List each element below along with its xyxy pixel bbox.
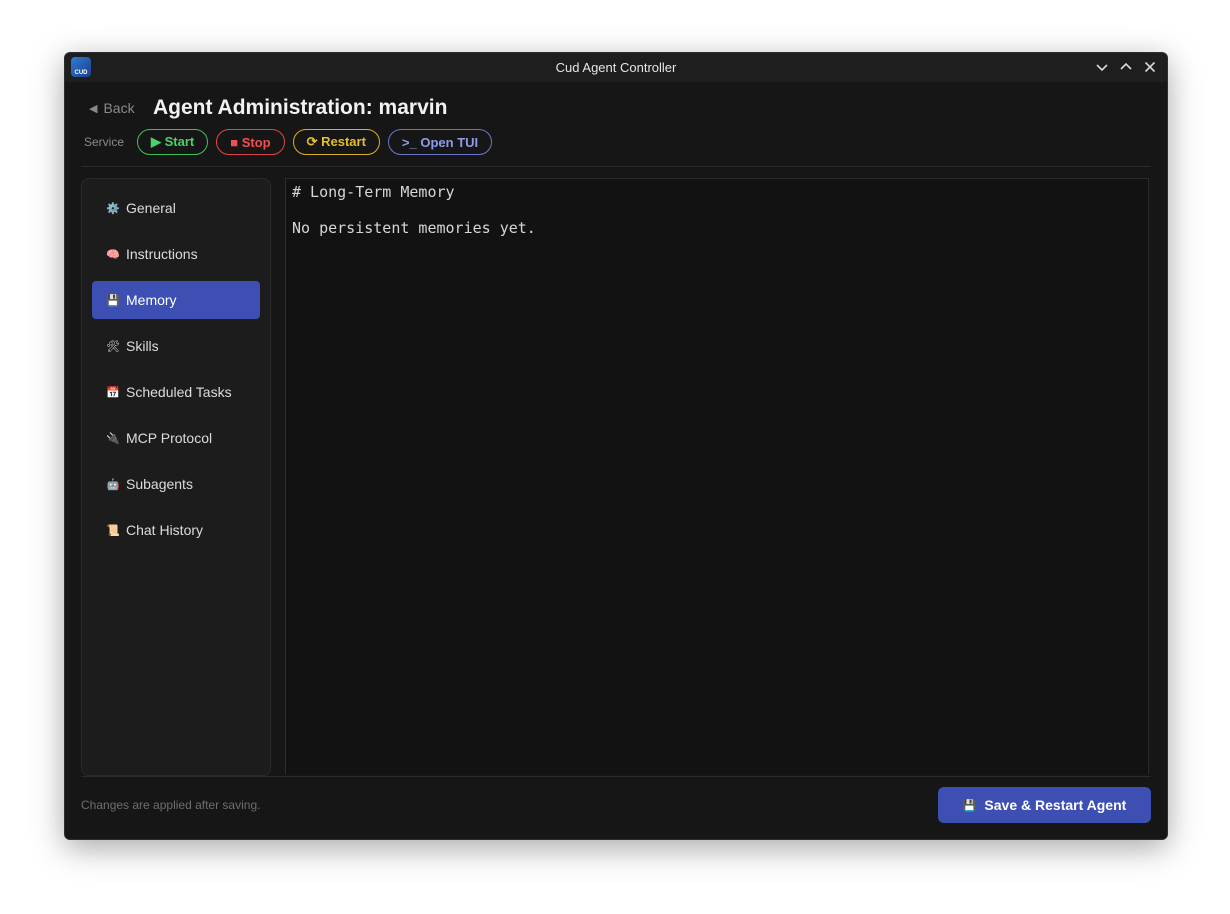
minimize-button[interactable]	[1093, 57, 1111, 77]
back-arrow-icon: ◀	[89, 102, 98, 115]
page-title: Agent Administration: marvin	[153, 96, 448, 119]
footer-note: Changes are applied after saving.	[81, 798, 261, 812]
tools-icon: 🛠	[106, 340, 120, 353]
app-logo-icon: CUD	[71, 57, 91, 77]
sidebar-item-subagents[interactable]: 🤖 Subagents	[92, 465, 260, 503]
plug-icon: 🔌	[106, 432, 120, 445]
sidebar-item-mcp-protocol[interactable]: 🔌 MCP Protocol	[92, 419, 260, 457]
sidebar-item-label: Instructions	[126, 246, 198, 262]
sidebar-item-label: Memory	[126, 292, 177, 308]
calendar-icon: 📅	[106, 386, 120, 399]
editor-line: # Long-Term Memory	[292, 183, 455, 201]
close-button[interactable]	[1141, 57, 1159, 77]
window-controls	[1093, 57, 1159, 77]
editor-blank-line	[292, 201, 536, 219]
sidebar-item-chat-history[interactable]: 📜 Chat History	[92, 511, 260, 549]
restart-button[interactable]: ⟳ Restart	[292, 129, 380, 155]
robot-icon: 🤖	[106, 478, 120, 491]
title-bar: CUD Cud Agent Controller	[65, 53, 1167, 82]
scroll-icon: 📜	[106, 524, 120, 537]
back-label: Back	[103, 100, 135, 116]
sidebar-item-label: General	[126, 200, 176, 216]
editor-content: # Long-Term Memory No persistent memorie…	[292, 183, 536, 237]
app-window: CUD Cud Agent Controller ◀ Back Agent Ad…	[64, 52, 1168, 840]
back-button[interactable]: ◀ Back	[89, 100, 135, 116]
sidebar-item-label: Skills	[126, 338, 159, 354]
sidebar-item-instructions[interactable]: 🧠 Instructions	[92, 235, 260, 273]
service-label: Service	[84, 135, 125, 149]
stop-button[interactable]: ■ Stop	[216, 129, 285, 155]
floppy-disk-icon: 💾	[962, 799, 977, 812]
sidebar-item-label: Scheduled Tasks	[126, 384, 232, 400]
floppy-disk-icon: 💾	[106, 294, 120, 307]
open-tui-button[interactable]: >_ Open TUI	[387, 129, 493, 155]
sidebar-item-scheduled-tasks[interactable]: 📅 Scheduled Tasks	[92, 373, 260, 411]
start-button[interactable]: ▶ Start	[137, 129, 209, 155]
footer-divider	[81, 776, 1151, 777]
save-restart-button[interactable]: 💾 Save & Restart Agent	[938, 787, 1151, 823]
service-controls: Service ▶ Start ■ Stop ⟳ Restart >_ Open…	[84, 129, 493, 155]
gear-icon: ⚙️	[106, 202, 120, 215]
close-icon	[1144, 61, 1156, 73]
sidebar-item-label: Chat History	[126, 522, 204, 538]
save-restart-label: Save & Restart Agent	[984, 797, 1127, 813]
chevron-down-icon	[1096, 64, 1108, 72]
window-title: Cud Agent Controller	[555, 60, 677, 75]
sidebar-item-memory[interactable]: 💾 Memory	[92, 281, 260, 319]
sidebar-item-label: MCP Protocol	[126, 430, 213, 446]
sidebar: ⚙️ General 🧠 Instructions 💾 Memory 🛠 Ski…	[81, 178, 271, 776]
sidebar-item-label: Subagents	[126, 476, 193, 492]
brain-icon: 🧠	[106, 248, 120, 261]
header-divider	[81, 166, 1151, 167]
editor-line: No persistent memories yet.	[292, 219, 536, 237]
chevron-up-icon	[1120, 62, 1132, 70]
maximize-button[interactable]	[1117, 57, 1135, 77]
memory-editor[interactable]: # Long-Term Memory No persistent memorie…	[285, 178, 1149, 774]
sidebar-item-skills[interactable]: 🛠 Skills	[92, 327, 260, 365]
sidebar-item-general[interactable]: ⚙️ General	[92, 189, 260, 227]
